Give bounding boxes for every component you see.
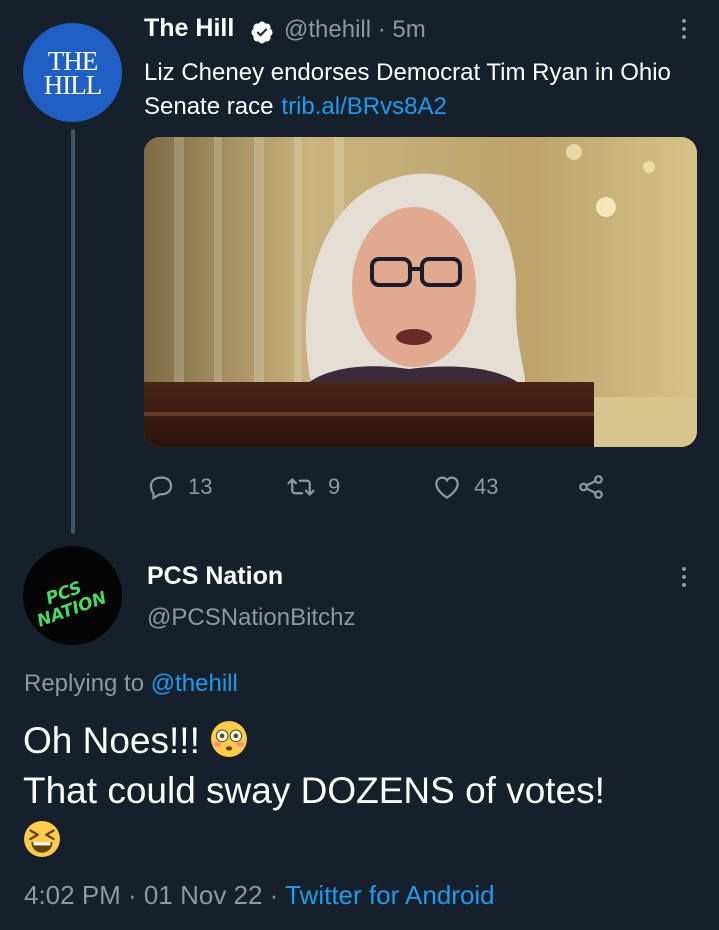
like-count: 43	[474, 474, 499, 499]
flushed-face-emoji	[211, 721, 248, 757]
retweet-button[interactable]: 9	[286, 470, 340, 504]
verified-icon	[251, 21, 273, 44]
tweet-metadata: 4:02 PM · 01 Nov 22 · Twitter for Androi…	[24, 880, 495, 911]
like-icon	[435, 476, 459, 499]
author-handle-time[interactable]: @thehill · 5m	[284, 16, 426, 44]
tweet-link[interactable]: trib.al/BRvs8A2	[281, 93, 446, 120]
tweet-text: Oh Noes!!! That could sway DOZENS of vot…	[23, 716, 703, 866]
retweet-count: 9	[328, 474, 341, 499]
replying-to-prefix: Replying to	[24, 670, 145, 697]
reply-count: 13	[188, 474, 213, 499]
pcs-nation-logo: PCS NATION	[34, 578, 109, 632]
tweet-line-text: Oh Noes!!!	[23, 720, 200, 761]
more-options-icon[interactable]	[674, 15, 694, 45]
avatar-text-line: HILL	[43, 69, 102, 100]
share-button[interactable]	[576, 470, 618, 504]
like-button[interactable]: 43	[432, 470, 498, 504]
tweet-line-2: That could sway DOZENS of votes!	[23, 770, 605, 811]
more-options-icon[interactable]	[674, 563, 694, 593]
grinning-squinting-face-emoji	[24, 821, 60, 857]
share-icon	[579, 475, 603, 499]
the-hill-avatar[interactable]: THE HILL	[23, 23, 122, 122]
retweet-icon	[287, 478, 315, 496]
author-name[interactable]: PCS Nation	[147, 562, 283, 591]
photo-illustration	[144, 137, 697, 447]
reply-button[interactable]: 13	[146, 470, 212, 504]
tweet-timestamp[interactable]: 4:02 PM · 01 Nov 22 ·	[24, 880, 278, 910]
thread-line	[71, 129, 75, 534]
replying-to: Replying to @thehill	[24, 670, 238, 698]
tweet-image[interactable]	[144, 137, 697, 447]
tweet-source-link[interactable]: Twitter for Android	[285, 880, 495, 910]
avatar-text-line: THE	[47, 45, 98, 76]
tweet-line-1: Oh Noes!!!	[23, 716, 703, 766]
tweet-line-3	[23, 816, 703, 866]
author-handle[interactable]: @PCSNationBitchz	[147, 604, 355, 632]
author-name[interactable]: The Hill	[144, 14, 234, 43]
replying-to-link[interactable]: @thehill	[151, 670, 238, 697]
pcs-nation-avatar[interactable]: PCS NATION	[23, 546, 122, 645]
tweet-text: Liz Cheney endorses Democrat Tim Ryan in…	[144, 56, 704, 124]
reply-icon	[149, 476, 173, 500]
